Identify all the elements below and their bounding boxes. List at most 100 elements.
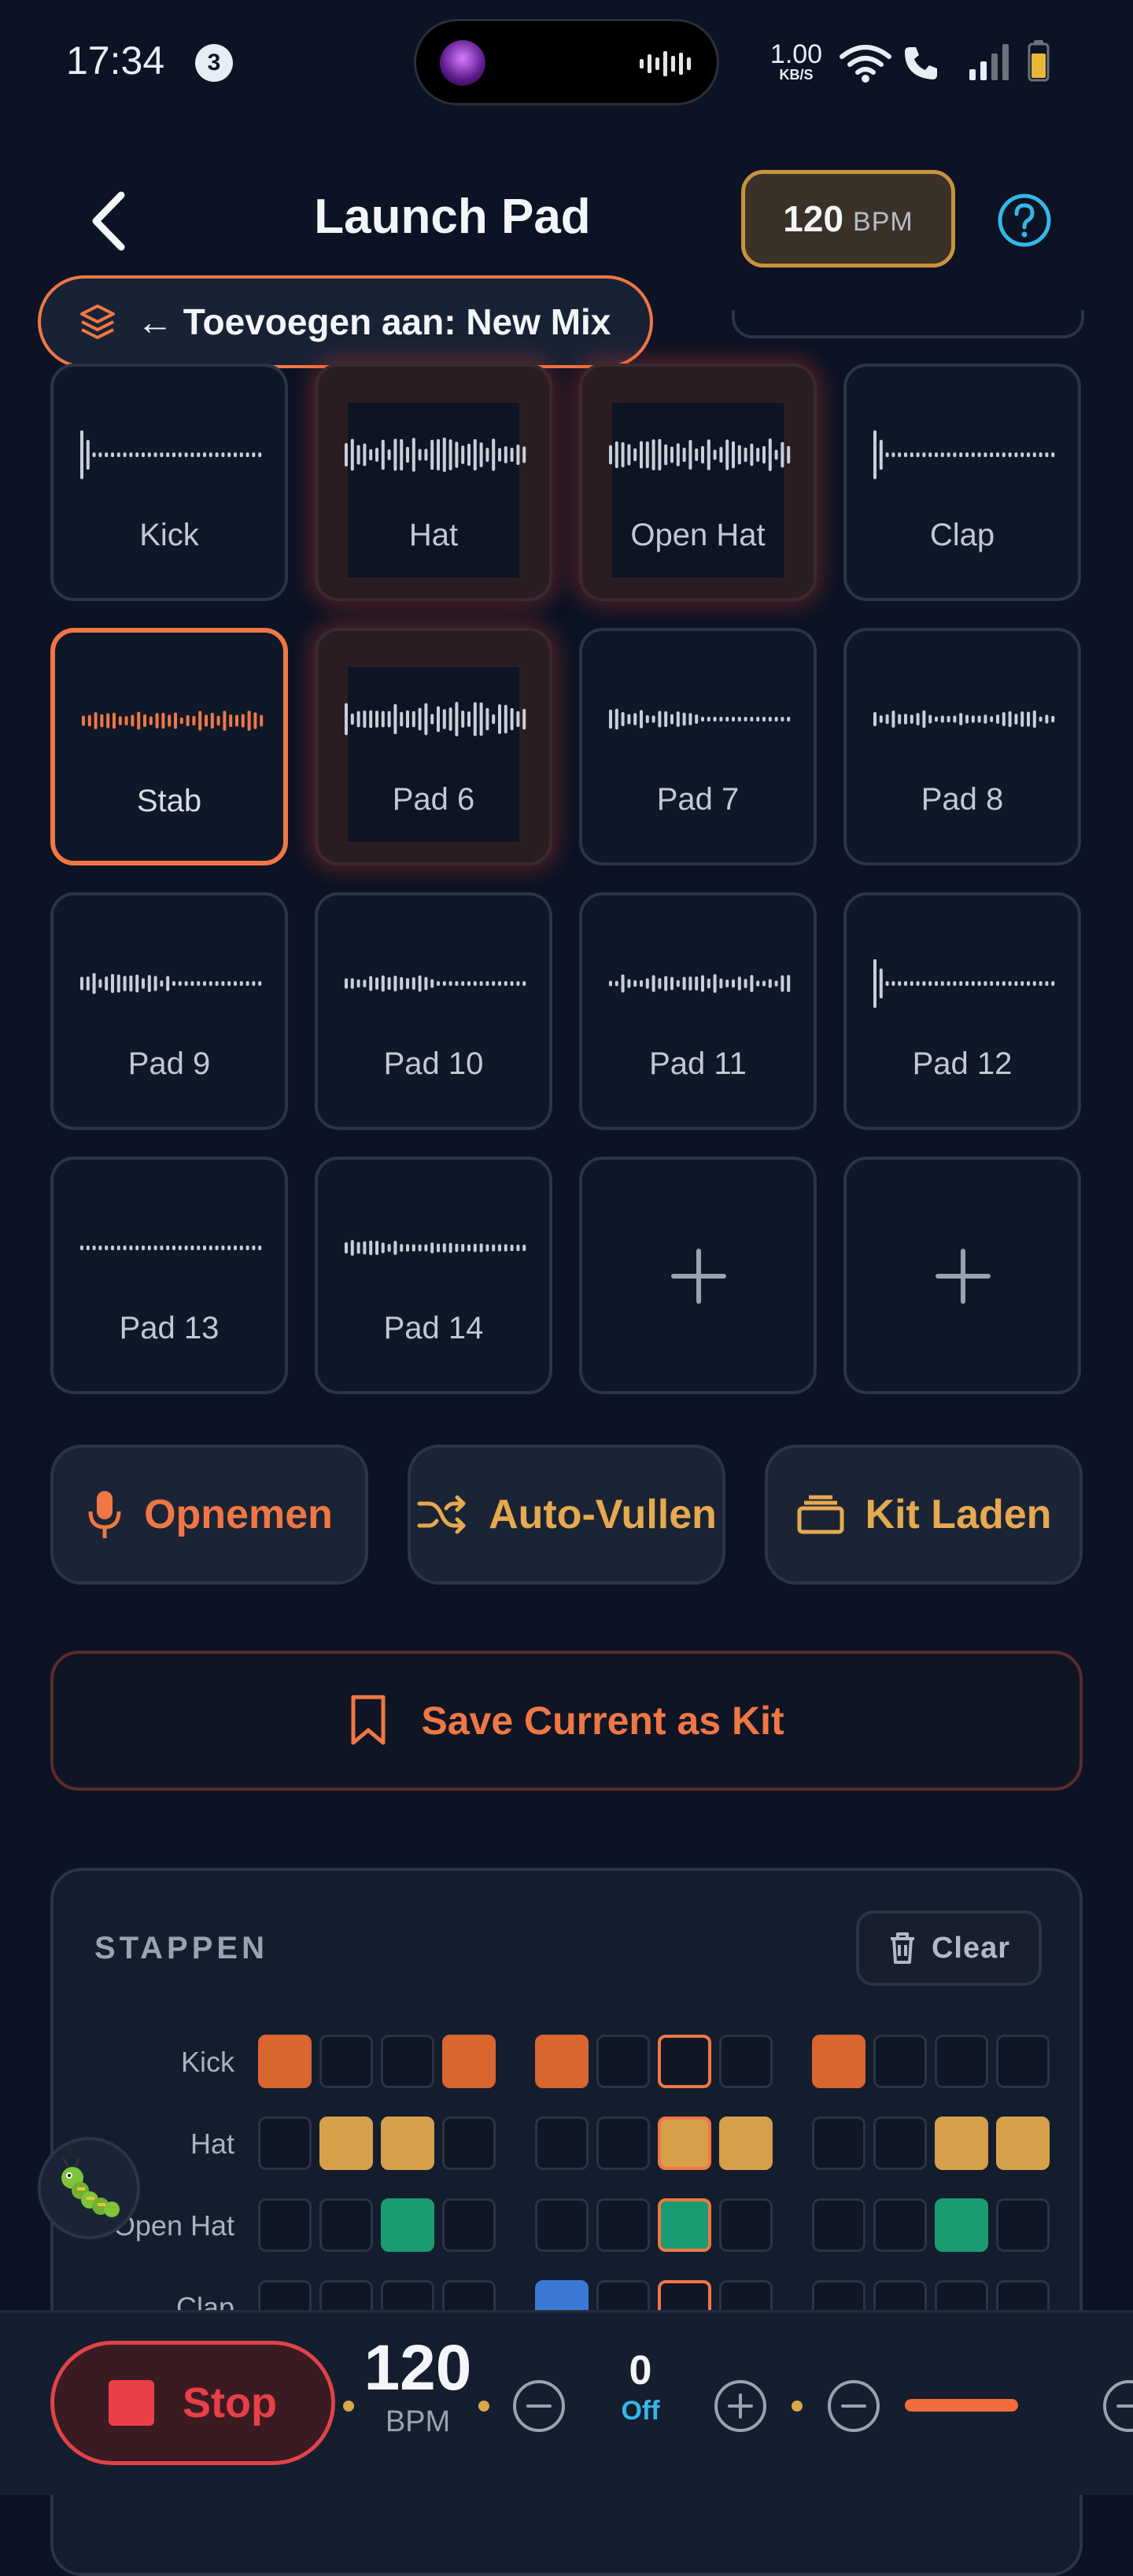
step-cell[interactable] [658,2035,711,2088]
hidden-tab-edge [732,310,1084,338]
step-cell[interactable] [935,2035,988,2088]
step-cell[interactable] [319,2198,373,2252]
pad-11[interactable]: Pad 11 [579,892,817,1130]
autofill-label: Auto-Vullen [489,1492,717,1537]
step-cell[interactable] [873,2035,927,2088]
step-cell[interactable] [258,2035,312,2088]
offset-increase-icon[interactable] [713,2379,768,2434]
volume-increase-icon[interactable] [1102,2379,1133,2434]
volume-slider[interactable] [905,2399,1018,2412]
waveform-icon [873,710,1055,729]
signal-icon [969,44,1009,80]
step-cell[interactable] [873,2198,927,2252]
caterpillar-icon [61,2157,120,2217]
step-cell[interactable] [719,2198,773,2252]
back-arrow-icon[interactable] [82,186,137,256]
step-cell[interactable] [535,2117,589,2170]
load-kit-button[interactable]: Kit Laden [765,1445,1083,1585]
pad-label: Pad 11 [649,1046,747,1081]
pad-9[interactable]: Pad 9 [50,892,288,1130]
transport-bpm-value: 120 [364,2332,472,2404]
step-cell[interactable] [719,2035,773,2088]
step-cell[interactable] [873,2117,927,2170]
step-cell[interactable] [442,2035,496,2088]
pad-label: Kick [139,518,199,552]
record-label: Opnemen [144,1492,333,1537]
pad-label: Pad 13 [119,1311,220,1345]
record-button[interactable]: Opnemen [50,1445,368,1585]
pad-8[interactable]: Pad 8 [843,628,1081,865]
autofill-button[interactable]: Auto-Vullen [408,1445,725,1585]
stop-button[interactable]: Stop [50,2341,335,2465]
transport-bpm-unit: BPM [385,2405,451,2438]
step-cell[interactable] [812,2198,865,2252]
clear-button[interactable]: Clear [856,1910,1042,1986]
step-cell[interactable] [535,2035,589,2088]
pad-7[interactable]: Pad 7 [579,628,817,865]
pad-4[interactable]: Clap [843,364,1081,601]
step-cell[interactable] [381,2035,434,2088]
media-artwork-icon [440,40,485,86]
step-cell[interactable] [935,2117,988,2170]
dynamic-island[interactable] [414,19,719,105]
pad-1[interactable]: Kick [50,364,288,601]
pad-2[interactable]: Hat [315,364,552,601]
add-pad-button[interactable] [843,1157,1081,1394]
pad-6[interactable]: Pad 6 [315,628,552,865]
step-cell[interactable] [258,2198,312,2252]
step-cell[interactable] [812,2117,865,2170]
save-kit-label: Save Current as Kit [421,1699,784,1743]
add-pad-button[interactable] [579,1157,817,1394]
beat-dot [792,2401,803,2412]
pad-13[interactable]: Pad 13 [50,1157,288,1394]
pad-5[interactable]: Stab [50,628,288,865]
step-cell[interactable] [381,2117,434,2170]
step-cell[interactable] [442,2117,496,2170]
step-cell[interactable] [812,2035,865,2088]
step-cell[interactable] [258,2117,312,2170]
pad-10[interactable]: Pad 10 [315,892,552,1130]
step-cell[interactable] [996,2198,1050,2252]
step-cell[interactable] [596,2117,650,2170]
waveform-icon [609,708,791,730]
bpm-decrease-icon[interactable] [511,2379,566,2434]
pad-label: Pad 7 [656,782,740,817]
add-to-mix-banner[interactable]: ← Toevoegen aan: New Mix [38,275,653,368]
step-cell[interactable] [658,2198,711,2252]
step-cell[interactable] [658,2117,711,2170]
save-kit-button[interactable]: Save Current as Kit [50,1651,1083,1791]
plus-icon [671,1249,726,1304]
waveform-icon [345,437,526,472]
steps-title: STAPPEN [94,1931,268,1965]
step-cell[interactable] [319,2117,373,2170]
debug-mascot-button[interactable] [38,2137,140,2239]
waveform-icon [80,1246,262,1250]
step-cell[interactable] [996,2117,1050,2170]
pad-label: Pad 14 [383,1311,484,1345]
step-cell[interactable] [381,2198,434,2252]
pad-label: Stab [136,784,202,818]
clear-label: Clear [931,1931,1011,1965]
offset-label: Off [621,2396,660,2426]
step-cell[interactable] [319,2035,373,2088]
step-cell[interactable] [596,2035,650,2088]
step-cell[interactable] [535,2198,589,2252]
trash-icon [890,1932,914,1964]
battery-icon [1028,40,1050,82]
bpm-button[interactable]: 120 BPM [741,170,955,268]
step-cell[interactable] [996,2035,1050,2088]
volume-decrease-icon[interactable] [826,2379,881,2434]
step-cell[interactable] [935,2198,988,2252]
pad-label: Open Hat [630,518,766,552]
step-cell[interactable] [719,2117,773,2170]
waveform-icon [80,972,262,995]
pad-14[interactable]: Pad 14 [315,1157,552,1394]
pad-3[interactable]: Open Hat [579,364,817,601]
step-cell[interactable] [596,2198,650,2252]
stack-icon [797,1495,844,1534]
help-icon[interactable] [996,192,1053,249]
stop-icon [109,2380,154,2426]
step-cell[interactable] [442,2198,496,2252]
pad-12[interactable]: Pad 12 [843,892,1081,1130]
waveform-icon [80,430,262,479]
